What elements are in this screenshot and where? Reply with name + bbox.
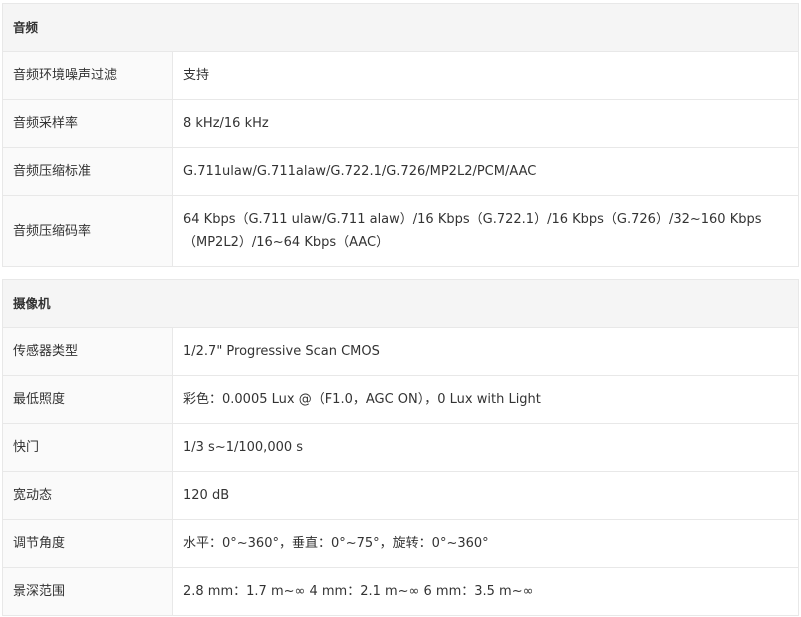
row-label: 最低照度	[2, 375, 173, 424]
row-label: 音频压缩标准	[2, 147, 173, 196]
table-row: 音频压缩标准 G.711ulaw/G.711alaw/G.722.1/G.726…	[2, 147, 799, 196]
row-value: G.711ulaw/G.711alaw/G.722.1/G.726/MP2L2/…	[172, 147, 799, 196]
table-row: 宽动态 120 dB	[2, 471, 799, 520]
row-label: 宽动态	[2, 471, 173, 520]
row-value: 彩色：0.0005 Lux @（F1.0，AGC ON），0 Lux with …	[172, 375, 799, 424]
row-label: 传感器类型	[2, 327, 173, 376]
row-label: 音频压缩码率	[2, 195, 173, 267]
row-label: 音频采样率	[2, 99, 173, 148]
row-value: 1/3 s~1/100,000 s	[172, 423, 799, 472]
row-value: 120 dB	[172, 471, 799, 520]
row-value: 8 kHz/16 kHz	[172, 99, 799, 148]
row-value: 1/2.7" Progressive Scan CMOS	[172, 327, 799, 376]
spec-table-camera: 摄像机 传感器类型 1/2.7" Progressive Scan CMOS 最…	[2, 279, 799, 616]
row-value: 2.8 mm：1.7 m~∞ 4 mm：2.1 m~∞ 6 mm：3.5 m~∞	[172, 567, 799, 616]
table-row: 音频采样率 8 kHz/16 kHz	[2, 99, 799, 148]
section-title: 音频	[2, 3, 799, 52]
spec-page: 音频 音频环境噪声过滤 支持 音频采样率 8 kHz/16 kHz 音频压缩标准…	[0, 0, 801, 617]
row-label: 快门	[2, 423, 173, 472]
row-label: 音频环境噪声过滤	[2, 51, 173, 100]
section-header-camera: 摄像机	[2, 279, 799, 328]
table-row: 音频压缩码率 64 Kbps（G.711 ulaw/G.711 alaw）/16…	[2, 195, 799, 267]
table-row: 音频环境噪声过滤 支持	[2, 51, 799, 100]
row-label: 调节角度	[2, 519, 173, 568]
row-label: 景深范围	[2, 567, 173, 616]
row-value: 支持	[172, 51, 799, 100]
section-title: 摄像机	[2, 279, 799, 328]
table-row: 最低照度 彩色：0.0005 Lux @（F1.0，AGC ON），0 Lux …	[2, 375, 799, 424]
spec-table-audio: 音频 音频环境噪声过滤 支持 音频采样率 8 kHz/16 kHz 音频压缩标准…	[2, 3, 799, 267]
table-row: 快门 1/3 s~1/100,000 s	[2, 423, 799, 472]
row-value: 水平：0°~360°，垂直：0°~75°，旋转：0°~360°	[172, 519, 799, 568]
table-row: 调节角度 水平：0°~360°，垂直：0°~75°，旋转：0°~360°	[2, 519, 799, 568]
table-row: 传感器类型 1/2.7" Progressive Scan CMOS	[2, 327, 799, 376]
row-value: 64 Kbps（G.711 ulaw/G.711 alaw）/16 Kbps（G…	[172, 195, 799, 267]
table-row: 景深范围 2.8 mm：1.7 m~∞ 4 mm：2.1 m~∞ 6 mm：3.…	[2, 567, 799, 616]
section-header-audio: 音频	[2, 3, 799, 52]
